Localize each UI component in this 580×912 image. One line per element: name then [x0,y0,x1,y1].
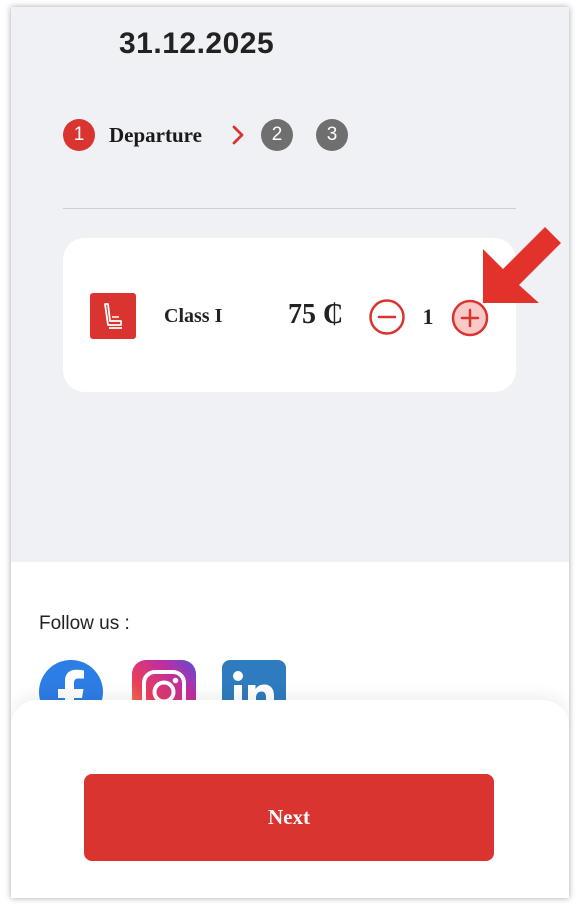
red-arrow-icon [483,227,561,303]
divider [63,208,516,209]
chevron-right-icon [232,125,244,145]
step-1-label: Departure [109,123,202,147]
decrease-quantity-button[interactable] [368,298,406,336]
follow-us-label: Follow us : [39,613,130,634]
step-1-badge[interactable]: 1 [63,119,95,151]
quantity-value: 1 [422,304,434,329]
ticket-class-card: Class I 75 ₵ 1 [63,238,516,392]
step-indicator: 1 Departure 2 3 [63,119,383,151]
travel-date: 31.12.2025 [119,27,275,60]
class-label: Class I [164,305,223,327]
app-screen: 31.12.2025 1 Departure 2 3 Class I 75 ₵ … [11,7,569,898]
price-label: 75 ₵ [288,299,344,330]
next-button[interactable]: Next [84,774,494,861]
bottom-action-sheet: Next [11,700,569,898]
seat-icon [90,293,136,339]
step-3-badge[interactable]: 3 [316,119,348,151]
step-2-badge[interactable]: 2 [261,119,293,151]
